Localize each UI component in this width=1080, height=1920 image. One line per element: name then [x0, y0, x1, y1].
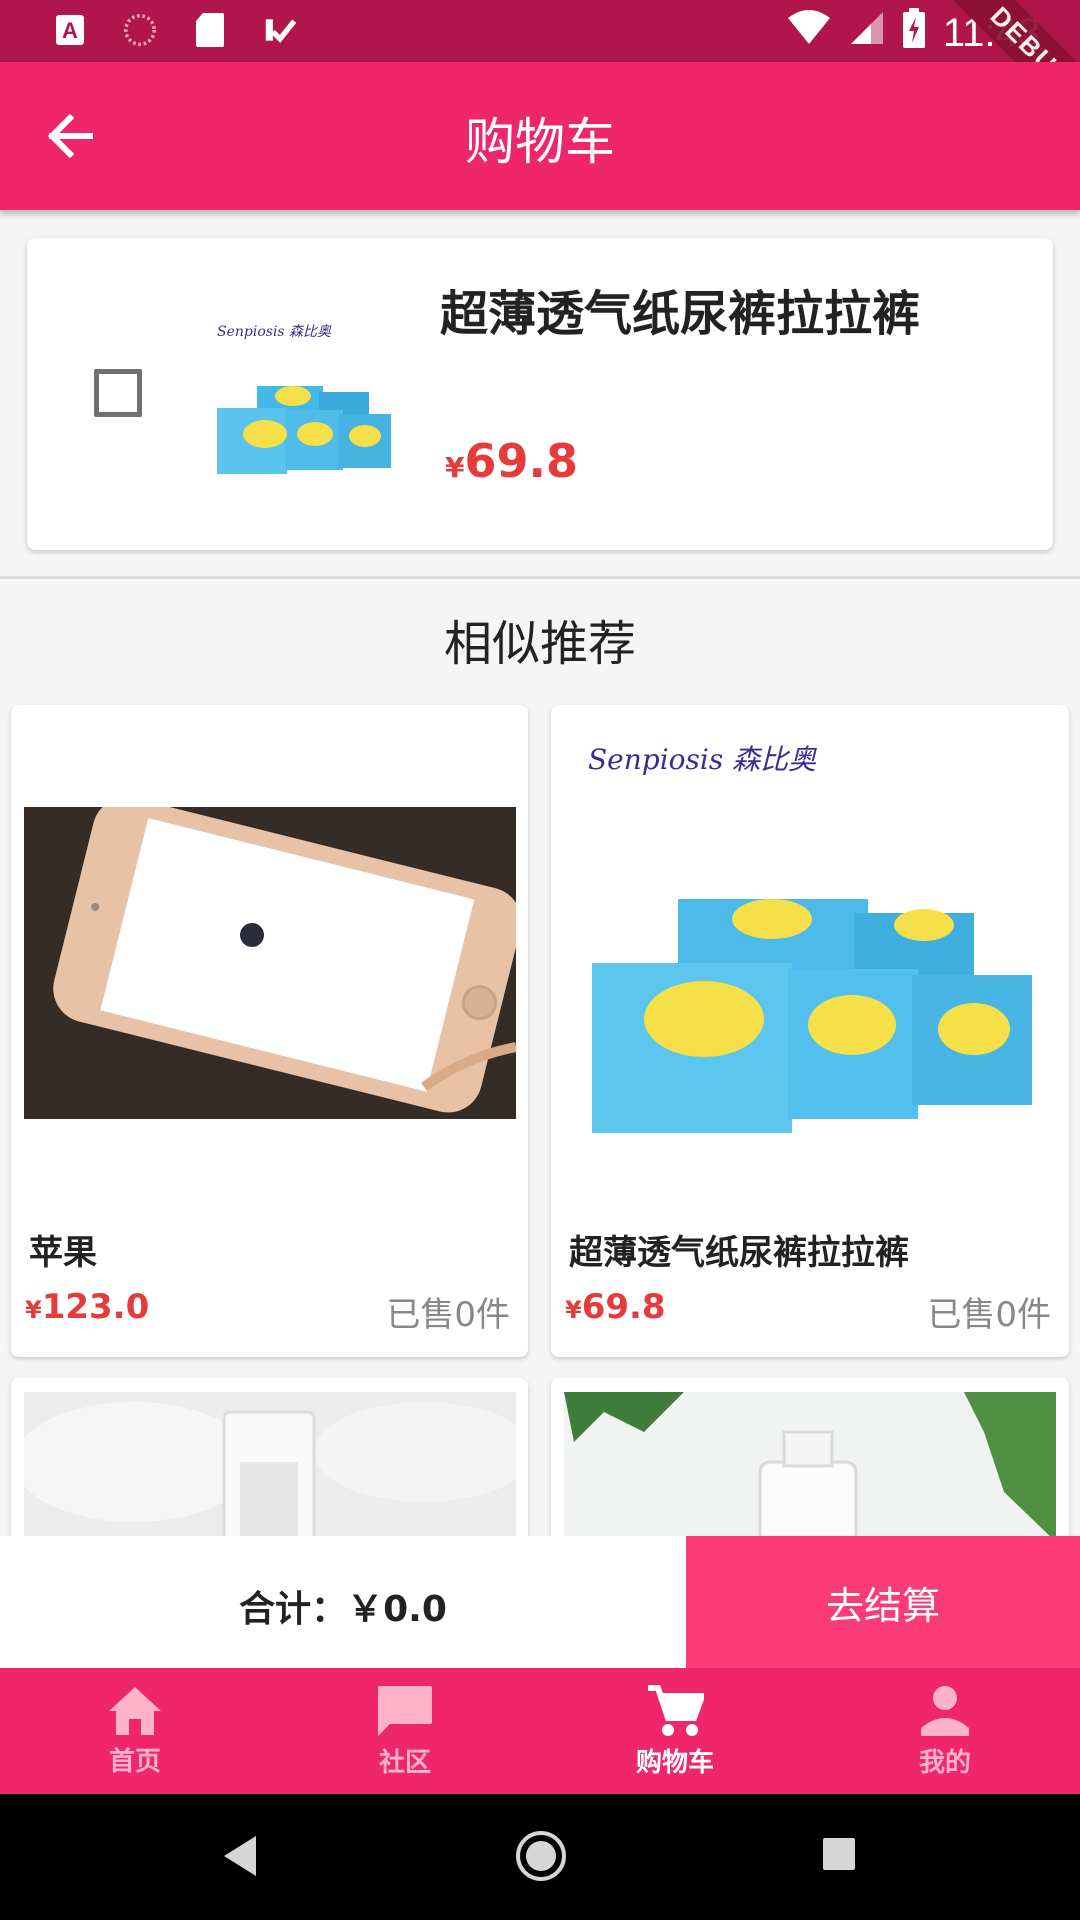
currency-symbol: ¥	[445, 451, 465, 484]
price-value: 69.8	[464, 434, 578, 488]
checkout-button[interactable]: 去结算	[686, 1536, 1080, 1668]
nav-label: 社区	[378, 1747, 431, 1778]
system-navigation-bar	[0, 1794, 1080, 1920]
cart-item-name: 超薄透气纸尿裤拉拉裤	[440, 286, 921, 342]
nav-item-cart[interactable]: 购物车	[540, 1668, 810, 1794]
brand-logo: Senpiosis 森比奥	[588, 743, 817, 776]
sd-card-icon	[194, 12, 226, 48]
cart-item-image: Senpiosis 森比奥	[187, 276, 415, 506]
task-icon	[264, 12, 296, 48]
diaper-packs-graphic	[592, 899, 1032, 1133]
product-image-phone	[24, 797, 522, 1119]
nav-item-community[interactable]: 社区	[270, 1668, 540, 1794]
sold-count: 已售0件	[927, 1295, 1051, 1335]
recommend-item-price: ¥69.8	[565, 1287, 666, 1327]
home-icon	[109, 1686, 161, 1735]
total-amount: 合计：￥0.0	[239, 1589, 447, 1630]
cart-item-card[interactable]: Senpiosis 森比奥 超薄透气纸尿裤拉拉裤 ¥69.8	[27, 238, 1053, 550]
product-image-diapers: Senpiosis 森比奥	[564, 719, 1056, 1179]
recommend-item-price: ¥123.0	[25, 1287, 149, 1327]
nav-label: 首页	[108, 1746, 161, 1777]
svg-text:A: A	[62, 18, 78, 43]
recommend-item-name: 超薄透气纸尿裤拉拉裤	[569, 1233, 909, 1273]
section-divider	[0, 576, 1080, 579]
currency-symbol: ¥	[25, 1296, 42, 1324]
price-value: 69.8	[581, 1287, 666, 1327]
nav-item-home[interactable]: 首页	[0, 1668, 270, 1794]
cart-item-price: ¥69.8	[445, 434, 578, 488]
diaper-packs-graphic	[217, 386, 391, 474]
status-bar: A 11:43 DEBUG	[0, 0, 1080, 142]
status-bar-left-icons: A	[54, 12, 296, 48]
currency-symbol: ¥	[565, 1296, 582, 1324]
chat-icon	[378, 1685, 432, 1736]
battery-charging-icon	[902, 8, 925, 58]
checkout-bar: 合计：￥0.0	[0, 1536, 686, 1668]
a-notification-icon: A	[54, 12, 86, 48]
recents-square-icon[interactable]	[821, 1836, 857, 1872]
home-circle-icon[interactable]	[515, 1830, 567, 1882]
cart-icon	[648, 1684, 704, 1736]
sold-count: 已售0件	[386, 1295, 510, 1335]
cart-item-checkbox[interactable]	[94, 369, 142, 417]
person-icon	[921, 1685, 969, 1736]
recommend-title: 相似推荐	[443, 616, 636, 672]
wifi-icon	[787, 10, 831, 56]
nav-label: 我的	[918, 1747, 971, 1778]
signal-icon	[849, 10, 885, 56]
recommend-card[interactable]: 苹果 ¥123.0 已售0件	[11, 705, 528, 1357]
recommend-card[interactable]: Senpiosis 森比奥 超薄透气纸尿裤拉拉裤 ¥69.8 已售0件	[551, 705, 1069, 1357]
bottom-nav: 首页 社区 购物车 我的	[0, 1668, 1080, 1794]
nav-label: 购物车	[635, 1747, 714, 1778]
brand-logo: Senpiosis 森比奥	[217, 324, 332, 340]
page-title: 购物车	[465, 113, 615, 171]
app-bar: 购物车	[0, 62, 1080, 210]
recommend-item-name: 苹果	[29, 1233, 97, 1273]
spinner-icon	[124, 12, 156, 48]
nav-item-mine[interactable]: 我的	[810, 1668, 1080, 1794]
back-triangle-icon[interactable]	[222, 1834, 258, 1878]
price-value: 123.0	[41, 1287, 150, 1327]
